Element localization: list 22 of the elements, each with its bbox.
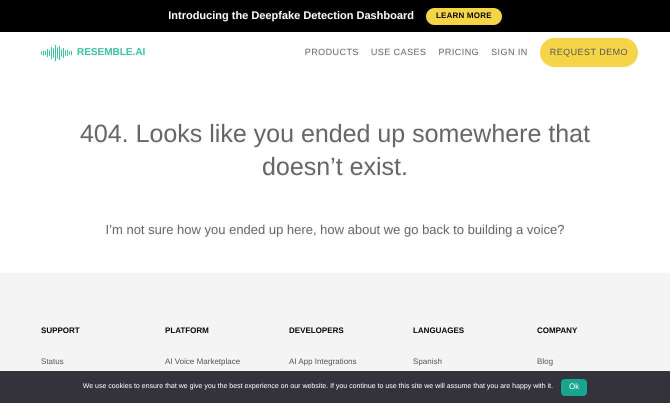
ok-button[interactable]: Ok <box>561 378 588 396</box>
footer-link[interactable]: Spanish <box>413 356 537 368</box>
nav-link[interactable]: USE CASES <box>370 46 426 60</box>
footer-link[interactable]: Status <box>41 356 165 368</box>
footer-link[interactable]: AI App Integrations <box>289 356 413 368</box>
footer-heading: LANGUAGES <box>413 325 466 337</box>
footer-heading: COMPANY <box>537 325 578 337</box>
sound-wave-icon <box>41 44 73 62</box>
logo-text: RESEMBLE.AI <box>77 46 146 60</box>
footer-heading: PLATFORM <box>165 325 210 337</box>
request-demo-button[interactable]: REQUEST DEMO <box>540 38 638 67</box>
footer-link[interactable]: AI Voice Marketplace <box>165 356 289 368</box>
footer-heading: SUPPORT <box>41 325 81 337</box>
nav-link[interactable]: PRICING <box>438 46 480 60</box>
nav-link[interactable]: SIGN IN <box>491 46 528 60</box>
footer-link[interactable]: Blog <box>537 356 661 368</box>
nav-link[interactable]: PRODUCTS <box>304 46 359 60</box>
footer-heading: DEVELOPERS <box>289 325 345 337</box>
error-heading: 404. Looks like you ended up somewhere that doesn’t exist. <box>78 119 592 183</box>
error-message: I’m not sure how you ended up here, how about we go back to building a voice? <box>106 221 564 239</box>
learn-more-button[interactable]: LEARN MORE <box>426 8 502 24</box>
announcement-text: Introducing the Deepfake Detection Dashboard <box>168 8 414 24</box>
